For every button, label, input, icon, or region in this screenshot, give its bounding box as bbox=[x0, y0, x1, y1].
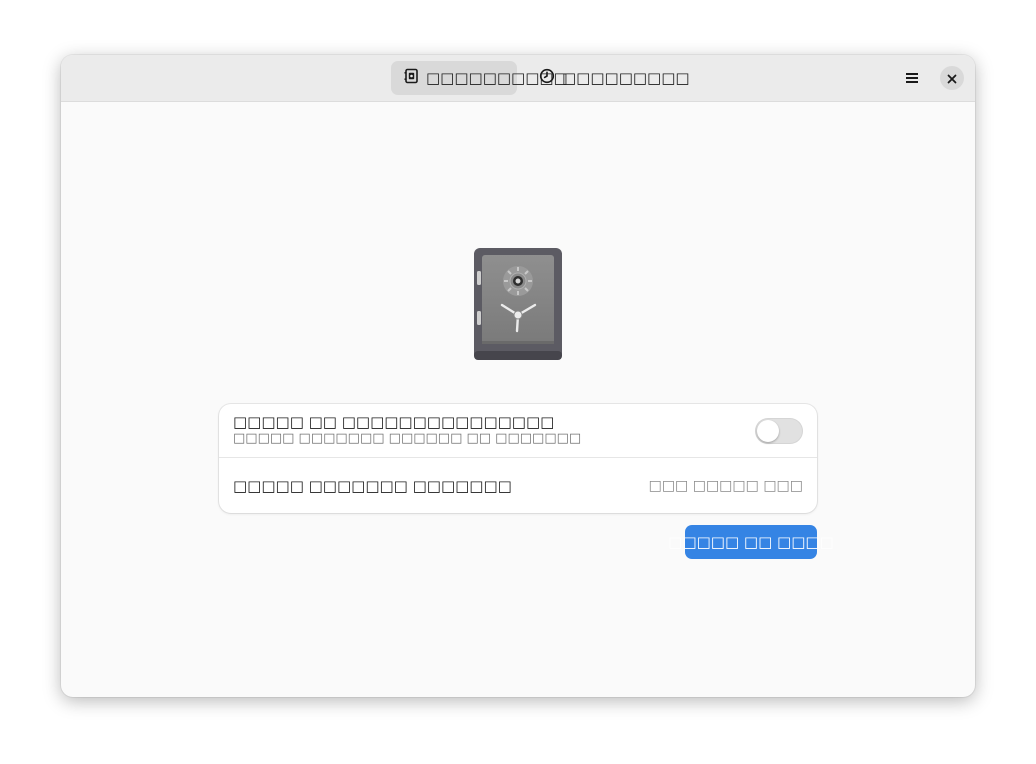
tab-vault[interactable]: □□□□□□□□□□ bbox=[391, 61, 568, 95]
auto-lock-row[interactable]: □□□□□ □□ □□□□□□□□□□□□□□□ □□□□□ □□□□□□□ □… bbox=[219, 404, 817, 458]
close-button[interactable] bbox=[940, 66, 964, 90]
headerbar: □□□□□□□□□□ □□□□□□□□□ bbox=[61, 55, 975, 102]
value-row-title: □□□□□ □□□□□□□ □□□□□□□ bbox=[233, 477, 512, 495]
main-menu-button[interactable] bbox=[897, 63, 927, 93]
vault-icon bbox=[403, 68, 419, 88]
main-content: □□□□□ □□ □□□□□□□□□□□□□□□ □□□□□ □□□□□□□ □… bbox=[61, 102, 975, 697]
safe-icon bbox=[473, 247, 563, 361]
switch-knob bbox=[757, 420, 779, 442]
auto-lock-switch[interactable] bbox=[755, 418, 803, 444]
hamburger-menu-icon bbox=[905, 69, 919, 88]
auto-lock-title: □□□□□ □□ □□□□□□□□□□□□□□□ bbox=[233, 413, 555, 431]
tab-history-label: □□□□□□□□□ bbox=[562, 69, 690, 87]
tab-history[interactable]: □□□□□□□□□ bbox=[527, 61, 690, 95]
value-row[interactable]: □□□□□ □□□□□□□ □□□□□□□ □□□ □□□□□ □□□ bbox=[219, 459, 817, 513]
clock-icon bbox=[539, 68, 555, 88]
close-icon bbox=[947, 69, 957, 88]
value-row-value: □□□ □□□□□ □□□ bbox=[648, 478, 803, 494]
settings-card: □□□□□ □□ □□□□□□□□□□□□□□□ □□□□□ □□□□□□□ □… bbox=[219, 404, 817, 513]
app-window: □□□□□□□□□□ □□□□□□□□□ □□□□□ □□ □□□□□□□□□□… bbox=[61, 55, 975, 697]
primary-button[interactable]: □□□□□ □□ □□□□ bbox=[668, 525, 834, 559]
auto-lock-subtitle: □□□□□ □□□□□□□ □□□□□□ □□ □□□□□□□ bbox=[233, 431, 582, 446]
